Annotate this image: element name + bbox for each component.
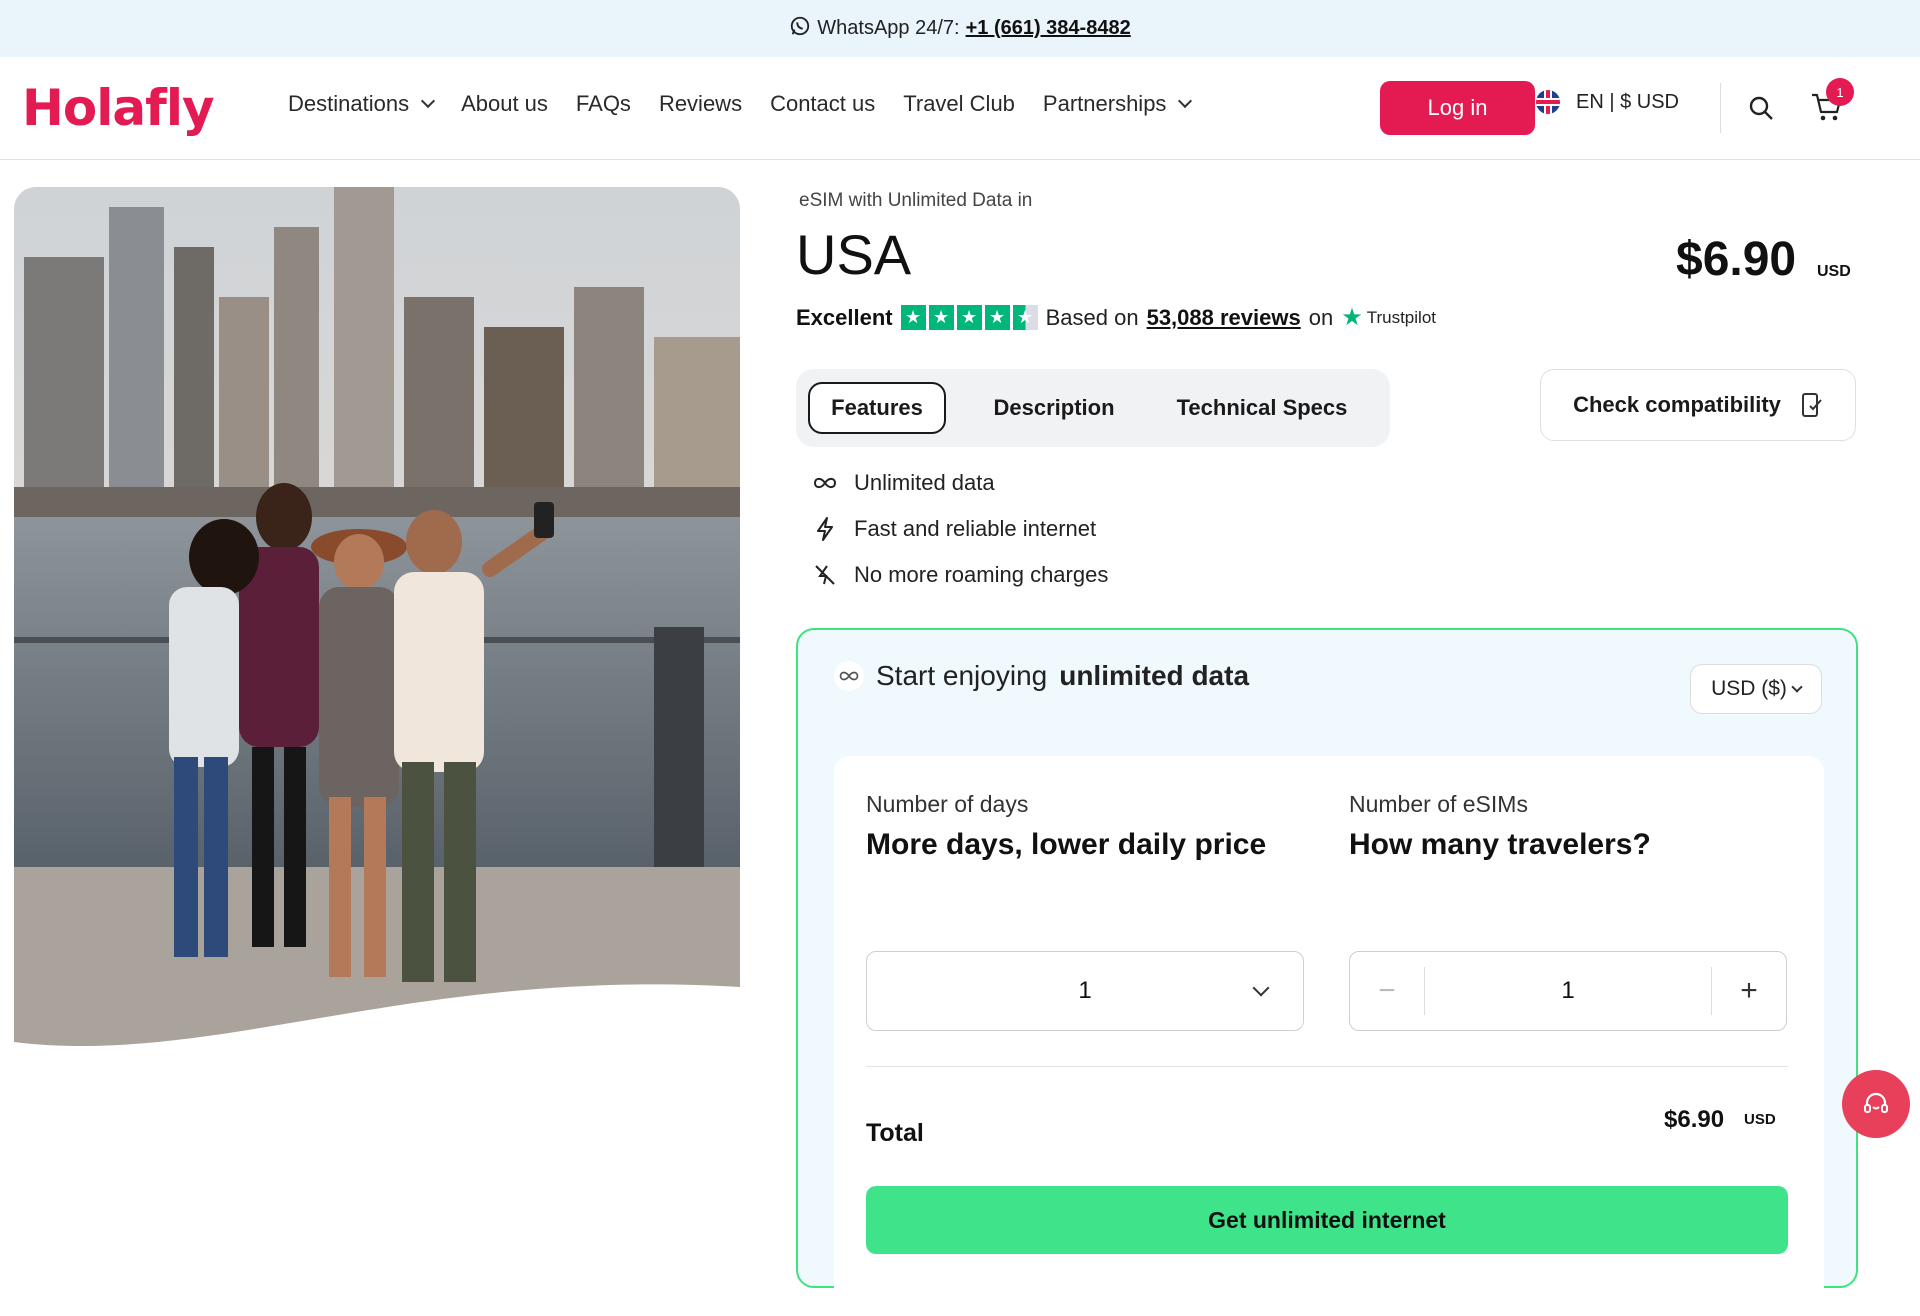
- product-price-currency: USD: [1817, 263, 1851, 280]
- language-currency-selector[interactable]: EN | $ USD: [1536, 90, 1679, 114]
- whatsapp-label: WhatsApp 24/7:: [817, 17, 960, 39]
- nav-faqs[interactable]: FAQs: [576, 91, 631, 117]
- rating-label: Excellent: [796, 304, 893, 330]
- chevron-down-icon: [1252, 979, 1270, 997]
- esims-value[interactable]: 1: [1424, 967, 1712, 1015]
- trustpilot-rating: Excellent ★ ★ ★ ★ ★ Based on 53,088 revi…: [796, 303, 1436, 332]
- infinity-icon: [834, 661, 864, 691]
- feature-item: Fast and reliable internet: [812, 516, 1108, 542]
- panel-heading-bold: unlimited data: [1059, 660, 1250, 691]
- star-icon: ★: [928, 305, 954, 330]
- feature-list: Unlimited data Fast and reliable interne…: [812, 470, 1108, 588]
- nav-destinations-label: Destinations: [288, 91, 410, 116]
- trustpilot-logo: ★ Trustpilot: [1341, 303, 1436, 332]
- whatsapp-icon: [791, 16, 810, 35]
- uk-flag-icon: [1536, 90, 1560, 114]
- whatsapp-bar: WhatsApp 24/7: +1 (661) 384-8482: [0, 0, 1920, 57]
- nav-contact-us[interactable]: Contact us: [770, 91, 875, 117]
- travelers-photo: [14, 187, 740, 1065]
- tab-features[interactable]: Features: [808, 382, 946, 434]
- support-chat-button[interactable]: [1842, 1070, 1910, 1138]
- feature-label: Unlimited data: [854, 470, 995, 495]
- get-unlimited-internet-button[interactable]: Get unlimited internet: [866, 1186, 1788, 1254]
- header-divider: [1720, 83, 1721, 133]
- total-value: $6.90: [1664, 1106, 1725, 1133]
- trustpilot-star-icon: ★: [1341, 304, 1363, 331]
- decrement-button[interactable]: −: [1350, 952, 1424, 1030]
- product-subtitle: eSIM with Unlimited Data in: [799, 190, 1033, 211]
- star-icon: ★: [984, 305, 1010, 330]
- no-roaming-icon: [815, 565, 835, 585]
- purchase-panel: Start enjoying unlimited data USD ($) Nu…: [796, 628, 1858, 1316]
- half-star-icon: ★: [1012, 305, 1038, 330]
- star-icon: ★: [900, 305, 926, 330]
- currency-select[interactable]: USD ($): [1690, 664, 1822, 714]
- main-nav: Destinations About us FAQs Reviews Conta…: [288, 91, 1193, 117]
- total-currency: USD: [1744, 1111, 1776, 1128]
- days-label: Number of days: [866, 791, 1029, 817]
- rating-stars: ★ ★ ★ ★ ★: [900, 305, 1038, 330]
- nav-partnerships[interactable]: Partnerships: [1042, 91, 1193, 117]
- holafly-logo[interactable]: Holafly: [22, 79, 215, 137]
- days-value: 1: [1078, 977, 1092, 1004]
- increment-button[interactable]: +: [1712, 952, 1786, 1030]
- product-country: USA: [796, 223, 912, 286]
- nav-about-us[interactable]: About us: [461, 91, 548, 117]
- chevron-down-icon: [1791, 680, 1803, 693]
- site-header: Holafly Destinations About us FAQs Revie…: [0, 57, 1920, 160]
- feature-label: No more roaming charges: [854, 562, 1109, 587]
- check-compatibility-label: Check compatibility: [1573, 392, 1781, 417]
- options-card: Number of days More days, lower daily pr…: [834, 756, 1824, 1316]
- panel-heading-prefix: Start enjoying: [876, 660, 1048, 691]
- product-price: $6.90: [1676, 233, 1797, 286]
- lightning-icon: [817, 517, 833, 541]
- currency-select-value: USD ($): [1711, 677, 1787, 700]
- reviews-link[interactable]: 53,088 reviews: [1147, 305, 1301, 331]
- chevron-down-icon: [1178, 93, 1193, 109]
- trustpilot-label: Trustpilot: [1366, 307, 1436, 327]
- phone-check-icon: [1801, 393, 1822, 417]
- total-label: Total: [866, 1119, 924, 1147]
- esims-stepper: − 1 +: [1349, 951, 1787, 1031]
- search-icon[interactable]: [1748, 95, 1774, 121]
- cart-count-badge: 1: [1826, 78, 1854, 106]
- days-select[interactable]: 1: [866, 951, 1304, 1031]
- star-icon: ★: [956, 305, 982, 330]
- nav-partnerships-label: Partnerships: [1042, 91, 1167, 116]
- days-heading: More days, lower daily price: [866, 828, 1267, 861]
- infinity-icon: [813, 477, 837, 489]
- feature-label: Fast and reliable internet: [854, 516, 1097, 541]
- panel-heading: Start enjoying unlimited data: [834, 660, 1249, 692]
- tab-description[interactable]: Description: [946, 382, 1162, 434]
- login-button[interactable]: Log in: [1380, 81, 1535, 135]
- language-currency-label: EN | $ USD: [1576, 90, 1679, 113]
- headset-icon: [1864, 1092, 1888, 1113]
- tab-technical-specs[interactable]: Technical Specs: [1162, 382, 1362, 434]
- based-on-text: Based on: [1045, 304, 1139, 330]
- product-tabs: Features Description Technical Specs: [796, 369, 1390, 447]
- whatsapp-phone-link[interactable]: +1 (661) 384-8482: [966, 17, 1131, 40]
- feature-item: No more roaming charges: [812, 562, 1108, 588]
- feature-item: Unlimited data: [812, 470, 1108, 496]
- nav-destinations[interactable]: Destinations: [288, 91, 436, 117]
- nav-travel-club[interactable]: Travel Club: [903, 91, 1015, 117]
- hero-image: [14, 187, 740, 1065]
- chevron-down-icon: [421, 93, 436, 109]
- nav-reviews[interactable]: Reviews: [659, 91, 742, 117]
- esims-label: Number of eSIMs: [1349, 791, 1528, 817]
- esims-heading: How many travelers?: [1349, 828, 1651, 861]
- on-text: on: [1308, 304, 1334, 330]
- check-compatibility-button[interactable]: Check compatibility: [1540, 369, 1856, 441]
- divider: [866, 1066, 1788, 1067]
